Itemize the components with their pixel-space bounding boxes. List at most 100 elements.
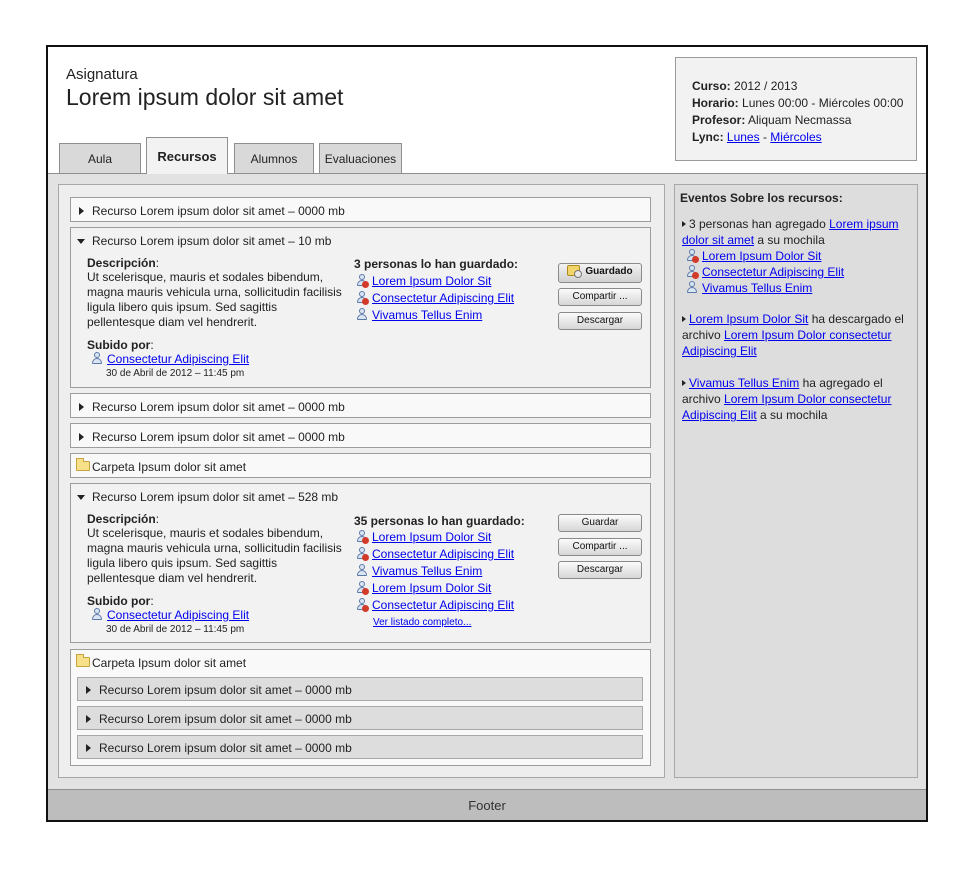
event-tail: a su mochila bbox=[760, 408, 828, 422]
resource-title: Recurso Lorem ipsum dolor sit amet – 000… bbox=[92, 204, 345, 218]
user-icon bbox=[686, 265, 699, 279]
footer: Footer bbox=[48, 789, 926, 820]
event-tail: a su mochila bbox=[757, 233, 825, 247]
saved-user[interactable]: Lorem Ipsum Dolor Sit bbox=[356, 530, 491, 544]
event-item: Lorem Ipsum Dolor Sit ha descargado el a… bbox=[682, 311, 907, 359]
folder-icon bbox=[76, 458, 90, 471]
user-icon bbox=[356, 530, 369, 544]
event-user-link[interactable]: Lorem Ipsum Dolor Sit bbox=[689, 312, 808, 326]
user-icon bbox=[356, 581, 369, 595]
expand-arrow-icon bbox=[79, 403, 84, 411]
resource-title[interactable]: Recurso Lorem ipsum dolor sit amet – 10 … bbox=[92, 234, 331, 248]
saved-user-link[interactable]: Lorem Ipsum Dolor Sit bbox=[372, 581, 491, 595]
uploader[interactable]: Consectetur Adipiscing Elit bbox=[91, 608, 249, 622]
uploaded-heading: Subido por: bbox=[87, 594, 154, 608]
folder-row[interactable]: Carpeta Ipsum dolor sit amet bbox=[70, 453, 651, 478]
download-button[interactable]: Descargar bbox=[558, 312, 642, 330]
event-user[interactable]: Lorem Ipsum Dolor Sit bbox=[686, 248, 907, 264]
download-button[interactable]: Descargar bbox=[558, 561, 642, 579]
resource-row[interactable]: Recurso Lorem ipsum dolor sit amet – 000… bbox=[70, 423, 651, 448]
uploaded-label: Subido por bbox=[87, 338, 151, 352]
saved-user[interactable]: Lorem Ipsum Dolor Sit bbox=[356, 581, 491, 595]
page-title: Lorem ipsum dolor sit amet bbox=[66, 84, 344, 110]
upload-date: 30 de Abril de 2012 – 11:45 pm bbox=[106, 624, 245, 635]
event-user-link[interactable]: Consectetur Adipiscing Elit bbox=[702, 265, 844, 279]
collapse-arrow-icon[interactable] bbox=[77, 495, 85, 500]
uploaded-label: Subido por bbox=[87, 594, 151, 608]
saved-user-link[interactable]: Consectetur Adipiscing Elit bbox=[372, 291, 514, 305]
saved-user-link[interactable]: Vivamus Tellus Enim bbox=[372, 564, 482, 578]
horario-value: Lunes 00:00 - Miércoles 00:00 bbox=[742, 96, 904, 110]
folder-title: Carpeta Ipsum dolor sit amet bbox=[92, 460, 247, 474]
resource-title: Recurso Lorem ipsum dolor sit amet – 000… bbox=[92, 430, 345, 444]
saved-button[interactable]: Guardado bbox=[558, 263, 642, 283]
save-button[interactable]: Guardar bbox=[558, 514, 642, 532]
profesor-value: Aliquam Necmassa bbox=[748, 113, 852, 127]
tab-aula[interactable]: Aula bbox=[59, 143, 141, 173]
see-all-link[interactable]: Ver listado completo... bbox=[373, 617, 471, 628]
course-info-box: Curso: 2012 / 2013 Horario: Lunes 00:00 … bbox=[675, 57, 917, 161]
page-frame: Asignatura Lorem ipsum dolor sit amet Cu… bbox=[46, 45, 928, 822]
events-panel: Eventos Sobre los recursos: 3 personas h… bbox=[674, 184, 918, 778]
uploaded-colon: : bbox=[150, 338, 154, 352]
user-icon bbox=[356, 564, 368, 577]
saved-user[interactable]: Consectetur Adipiscing Elit bbox=[356, 547, 514, 561]
resource-expanded: Recurso Lorem ipsum dolor sit amet – 528… bbox=[70, 483, 651, 643]
event-user-link[interactable]: Vivamus Tellus Enim bbox=[689, 376, 799, 390]
profesor-label: Profesor: bbox=[692, 113, 746, 127]
tab-alumnos[interactable]: Alumnos bbox=[234, 143, 314, 173]
description-label: Descripción bbox=[87, 256, 156, 270]
user-icon bbox=[356, 291, 369, 305]
sub-resource-row[interactable]: Recurso Lorem ipsum dolor sit amet – 000… bbox=[77, 677, 643, 701]
resource-expanded: Recurso Lorem ipsum dolor sit amet – 10 … bbox=[70, 227, 651, 388]
event-user-link[interactable]: Vivamus Tellus Enim bbox=[702, 281, 812, 295]
lync-label: Lync: bbox=[692, 130, 724, 144]
sub-resource-row[interactable]: Recurso Lorem ipsum dolor sit amet – 000… bbox=[77, 735, 643, 759]
resource-row[interactable]: Recurso Lorem ipsum dolor sit amet – 000… bbox=[70, 197, 651, 222]
resource-title: Recurso Lorem ipsum dolor sit amet – 000… bbox=[92, 400, 345, 414]
expand-arrow-icon bbox=[86, 744, 91, 752]
see-all-link-row[interactable]: Ver listado completo... bbox=[373, 617, 471, 628]
share-button[interactable]: Compartir ... bbox=[558, 288, 642, 306]
saved-user[interactable]: Vivamus Tellus Enim bbox=[356, 308, 482, 322]
sub-resource-row[interactable]: Recurso Lorem ipsum dolor sit amet – 000… bbox=[77, 706, 643, 730]
saved-user[interactable]: Vivamus Tellus Enim bbox=[356, 564, 482, 578]
resource-row[interactable]: Recurso Lorem ipsum dolor sit amet – 000… bbox=[70, 393, 651, 418]
lync-link-miercoles[interactable]: Miércoles bbox=[770, 130, 821, 144]
user-icon bbox=[686, 281, 698, 294]
saved-user-link[interactable]: Consectetur Adipiscing Elit bbox=[372, 547, 514, 561]
uploader-link[interactable]: Consectetur Adipiscing Elit bbox=[107, 352, 249, 366]
description-heading: Descripción: bbox=[87, 512, 159, 526]
uploader[interactable]: Consectetur Adipiscing Elit bbox=[91, 352, 249, 366]
event-user[interactable]: Vivamus Tellus Enim bbox=[686, 280, 907, 296]
uploader-link[interactable]: Consectetur Adipiscing Elit bbox=[107, 608, 249, 622]
saved-user[interactable]: Consectetur Adipiscing Elit bbox=[356, 598, 514, 612]
saved-user-link[interactable]: Consectetur Adipiscing Elit bbox=[372, 598, 514, 612]
saved-user[interactable]: Lorem Ipsum Dolor Sit bbox=[356, 274, 491, 288]
folder-title[interactable]: Carpeta Ipsum dolor sit amet bbox=[92, 656, 246, 670]
subject-label: Asignatura bbox=[66, 66, 138, 83]
expand-arrow-icon bbox=[79, 207, 84, 215]
resource-title[interactable]: Recurso Lorem ipsum dolor sit amet – 528… bbox=[92, 490, 338, 504]
tab-evaluaciones[interactable]: Evaluaciones bbox=[319, 143, 402, 173]
saved-user-link[interactable]: Lorem Ipsum Dolor Sit bbox=[372, 530, 491, 544]
description-colon: : bbox=[155, 512, 160, 526]
share-button[interactable]: Compartir ... bbox=[558, 538, 642, 556]
description-text: Ut scelerisque, mauris et sodales bibend… bbox=[87, 526, 342, 585]
saved-user-link[interactable]: Lorem Ipsum Dolor Sit bbox=[372, 274, 491, 288]
uploaded-heading: Subido por: bbox=[87, 338, 154, 352]
description-text: Ut scelerisque, mauris et sodales bibend… bbox=[87, 270, 342, 329]
expand-arrow-icon bbox=[86, 715, 91, 723]
saved-by-heading: 35 personas lo han guardado: bbox=[354, 514, 525, 528]
user-icon bbox=[91, 352, 103, 365]
saved-user[interactable]: Consectetur Adipiscing Elit bbox=[356, 291, 514, 305]
event-user[interactable]: Consectetur Adipiscing Elit bbox=[686, 264, 907, 280]
saved-user-link[interactable]: Vivamus Tellus Enim bbox=[372, 308, 482, 322]
lync-link-lunes[interactable]: Lunes bbox=[727, 130, 760, 144]
event-user-link[interactable]: Lorem Ipsum Dolor Sit bbox=[702, 249, 821, 263]
collapse-arrow-icon[interactable] bbox=[77, 239, 85, 244]
tab-recursos[interactable]: Recursos bbox=[146, 137, 228, 174]
description-colon: : bbox=[155, 256, 160, 270]
uploaded-colon: : bbox=[150, 594, 154, 608]
horario-label: Horario: bbox=[692, 96, 739, 110]
